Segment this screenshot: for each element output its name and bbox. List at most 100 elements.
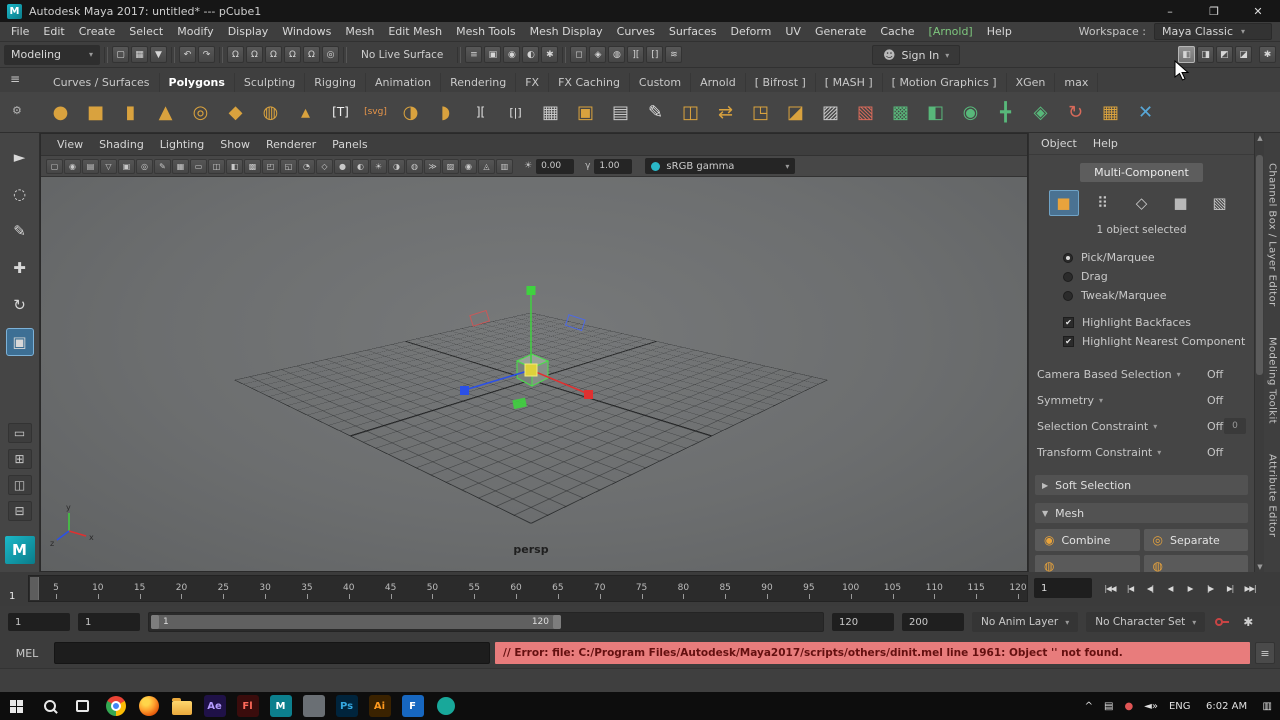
lasso-tool[interactable]: ◌	[6, 180, 34, 208]
shelf-tab-animation[interactable]: Animation	[366, 73, 442, 92]
anim-layer-select[interactable]: No Anim Layer ▾	[972, 612, 1079, 632]
menu-mesh[interactable]: Mesh	[338, 25, 381, 38]
layout-outliner-pane-button[interactable]: ⊟	[7, 501, 32, 521]
poly-pyramid-icon[interactable]: ▴	[289, 95, 322, 129]
sign-in-button[interactable]: ☻ Sign In ▾	[872, 45, 961, 65]
current-frame-marker[interactable]	[30, 577, 39, 600]
clipped-button-1[interactable]: ◍	[1035, 555, 1140, 572]
selection-constraint-field[interactable]: 0	[1224, 418, 1246, 434]
poly-disc-icon[interactable]: ◍	[254, 95, 287, 129]
film-gate-icon[interactable]: ▭	[190, 158, 207, 174]
snap-to-view-plane-icon[interactable]: Ω	[303, 46, 320, 63]
slice-cube-icon[interactable]: ◪	[779, 95, 812, 129]
workspace-channel-box-icon[interactable]: ◨	[1197, 46, 1214, 63]
soft-selection-section-header[interactable]: ▶ Soft Selection	[1035, 475, 1248, 495]
two-d-pan-zoom-icon[interactable]: ◎	[136, 158, 153, 174]
radio-pick-marquee[interactable]	[1063, 252, 1073, 263]
snap-to-curve-icon[interactable]: Ω	[246, 46, 263, 63]
after-effects-icon[interactable]: Ae	[198, 692, 231, 720]
lattice-icon[interactable]: ▤	[604, 95, 637, 129]
range-slider-range[interactable]: 1 120	[151, 615, 561, 629]
radio-row-pick-marquee[interactable]: Pick/Marquee	[1063, 248, 1254, 267]
perspective-viewport[interactable]: View Shading Lighting Show Renderer Panels ▢ ◉…	[40, 133, 1028, 572]
playback-start-field[interactable]: 1	[78, 613, 140, 631]
chevron-down-icon[interactable]: ▾	[1177, 370, 1181, 379]
toolkit-menu-help[interactable]: Help	[1093, 137, 1118, 150]
dashed-cube-icon[interactable]: ▨	[814, 95, 847, 129]
volume-icon[interactable]: ◄»	[1144, 701, 1158, 712]
grid-tool-icon[interactable]: ▦	[1094, 95, 1127, 129]
xray-icon[interactable]: ▥	[496, 158, 513, 174]
tab-multi-component[interactable]: Multi-Component	[1080, 163, 1203, 182]
gamma-icon[interactable]: γ	[585, 161, 590, 171]
input-line-icon[interactable]: ≋	[665, 46, 683, 63]
mesh-section-header[interactable]: ▼ Mesh	[1035, 503, 1248, 523]
symmetry-toggle-icon[interactable]: ][	[627, 46, 645, 63]
go-to-end-button[interactable]: ▶▶|	[1240, 577, 1260, 599]
go-to-start-button[interactable]: |◀◀	[1100, 577, 1120, 599]
shelf-tab-sculpting[interactable]: Sculpting	[235, 73, 306, 92]
isolate-select-icon[interactable]: ◬	[478, 158, 495, 174]
gate-mask-icon[interactable]: ◧	[226, 158, 243, 174]
shaded-icon[interactable]: ●	[334, 158, 351, 174]
chevron-down-icon[interactable]: ▾	[1157, 448, 1161, 457]
safe-action-icon[interactable]: ◰	[262, 158, 279, 174]
scale-tool[interactable]: ▣	[5, 328, 34, 356]
teal-app-icon[interactable]	[429, 692, 462, 720]
snap-to-grid-icon[interactable]: Ω	[227, 46, 244, 63]
photoshop-icon[interactable]: Ps	[330, 692, 363, 720]
radio-tweak-marquee[interactable]	[1063, 290, 1073, 301]
connect-icon[interactable]: ╋	[989, 95, 1022, 129]
current-frame-field[interactable]: 1	[1034, 578, 1092, 598]
poly-grid-icon[interactable]: ▦	[534, 95, 567, 129]
panel-menu-lighting[interactable]: Lighting	[152, 138, 212, 151]
checkbox-highlight-backfaces[interactable]: ✔	[1063, 317, 1074, 328]
menu-display[interactable]: Display	[221, 25, 276, 38]
bracket-a-icon[interactable]: ][	[464, 95, 497, 129]
poly-cylinder-icon[interactable]: ▮	[114, 95, 147, 129]
image-plane-icon[interactable]: ▣	[118, 158, 135, 174]
panel-menu-show[interactable]: Show	[212, 138, 258, 151]
field-chart-icon[interactable]: ▩	[244, 158, 261, 174]
shelf-menu-icon[interactable]: ≡	[10, 72, 20, 86]
fast-interaction-icon[interactable]: []	[646, 46, 664, 63]
poly-sphere-icon[interactable]: ●	[44, 95, 77, 129]
shelf-tab-mash[interactable]: [ MASH ]	[816, 73, 883, 92]
extrude-icon[interactable]: ◳	[744, 95, 777, 129]
shelf-tab-rigging[interactable]: Rigging	[305, 73, 366, 92]
clipped-button-2[interactable]: ◍	[1143, 555, 1248, 572]
wireframe-icon[interactable]: ◇	[316, 158, 333, 174]
target-weld-icon[interactable]: ◉	[954, 95, 987, 129]
menu-set-select[interactable]: Modeling ▾	[4, 44, 100, 65]
task-view-button[interactable]	[66, 692, 99, 720]
illustrator-icon[interactable]: Ai	[363, 692, 396, 720]
svg-tool-icon[interactable]: [svg]	[359, 95, 392, 129]
bookmarks-icon[interactable]: ▽	[100, 158, 117, 174]
shelf-tab-custom[interactable]: Custom	[630, 73, 692, 92]
workspace-outliner-icon[interactable]: ◧	[1178, 46, 1195, 63]
time-slider-ruler[interactable]: 5 10 15 20 25 30 35 40 45 50 55 60 65 70 75 80 85 90 95 100…	[28, 575, 1028, 602]
close-button[interactable]: ✕	[1236, 0, 1280, 22]
ipr-render-icon[interactable]: ◐	[522, 46, 540, 63]
range-handle-right[interactable]	[553, 615, 561, 629]
snap-to-projected-center-icon[interactable]: Ω	[284, 46, 301, 63]
menu-cache[interactable]: Cache	[873, 25, 921, 38]
shelf-tab-curves-surfaces[interactable]: Curves / Surfaces	[44, 73, 160, 92]
make-live-icon[interactable]: ◎	[322, 46, 339, 63]
menu-surfaces[interactable]: Surfaces	[662, 25, 724, 38]
minimize-button[interactable]: –	[1148, 0, 1192, 22]
shelf-tab-fx-caching[interactable]: FX Caching	[549, 73, 630, 92]
menu-mesh-tools[interactable]: Mesh Tools	[449, 25, 523, 38]
safe-title-icon[interactable]: ◱	[280, 158, 297, 174]
animation-preferences-button[interactable]: ✱	[1239, 613, 1257, 631]
step-forward-key-button[interactable]: ▶|	[1220, 577, 1240, 599]
exposure-icon[interactable]: ☀	[524, 161, 532, 171]
tray-app-icon[interactable]: ▤	[1104, 701, 1113, 712]
tray-expand-icon[interactable]: ^	[1085, 701, 1093, 712]
layout-split-pane-button[interactable]: ◫	[7, 475, 32, 495]
open-render-view-icon[interactable]: ▣	[484, 46, 502, 63]
panel-tab-modeling-toolkit[interactable]: Modeling Toolkit	[1267, 337, 1278, 424]
use-all-lights-icon[interactable]: ☀	[370, 158, 387, 174]
edge-mode-button[interactable]: ◇	[1127, 190, 1157, 216]
shelf-tab-max[interactable]: max	[1055, 73, 1099, 92]
